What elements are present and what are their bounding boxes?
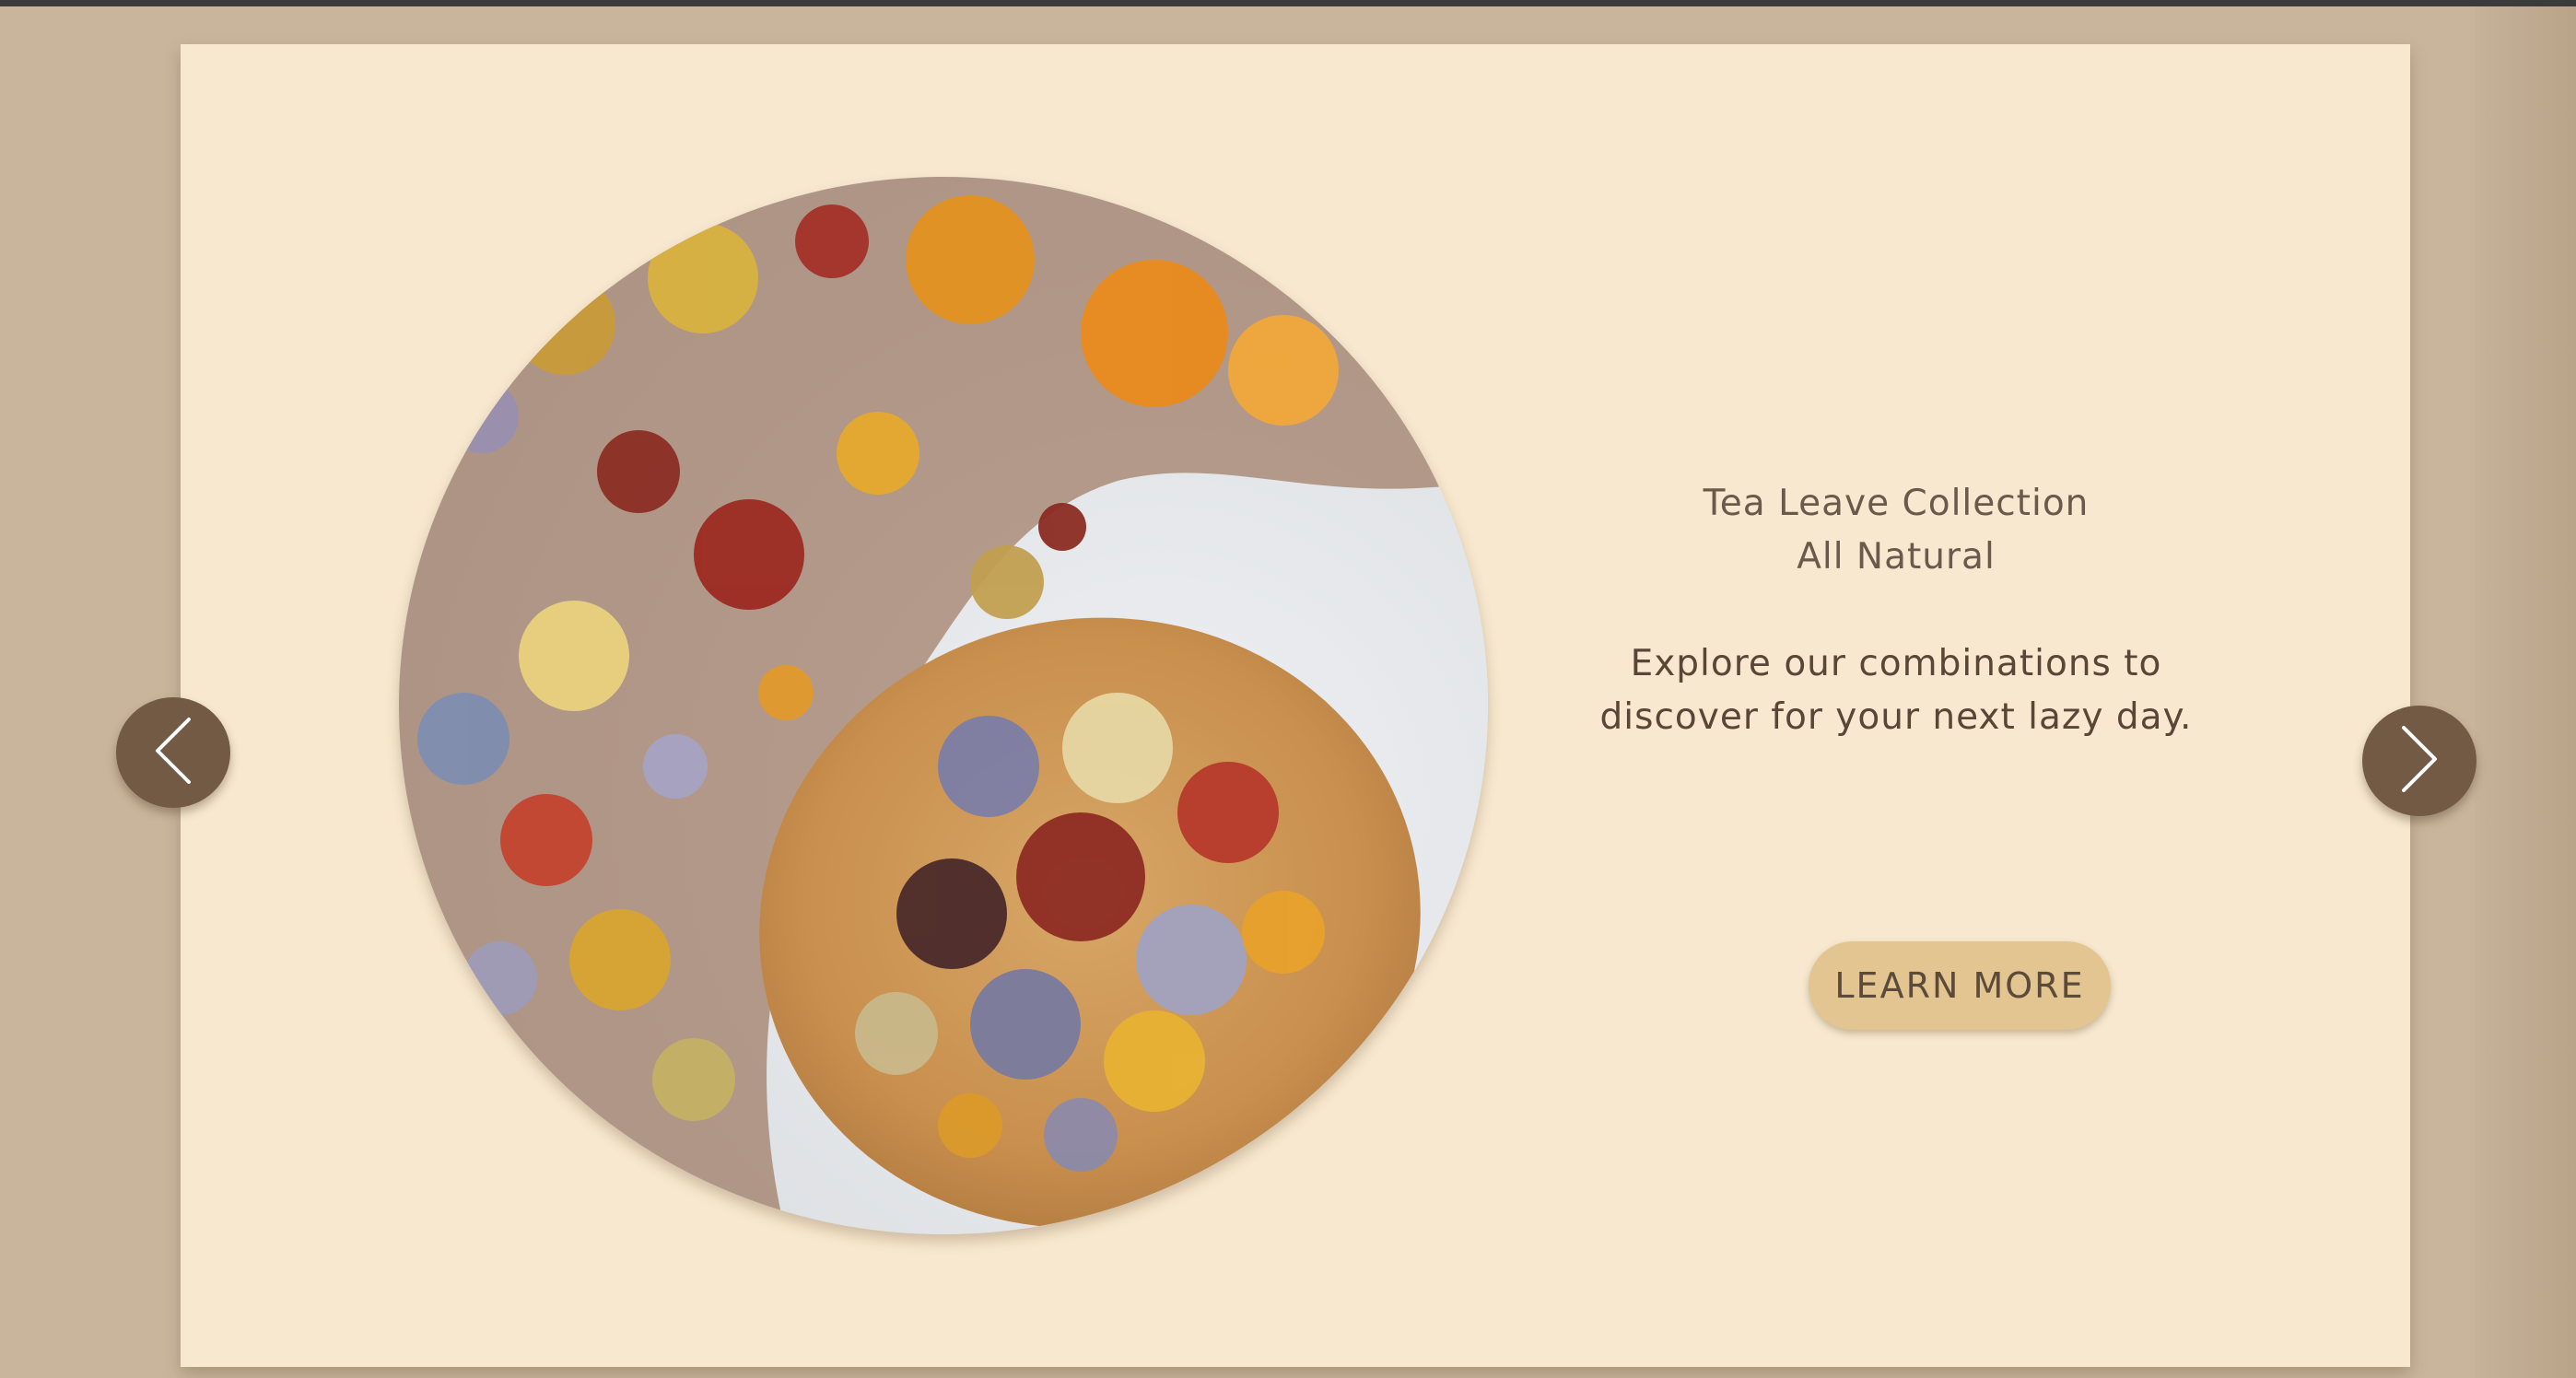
slide-text: Tea Leave Collection All Natural Explore… xyxy=(1574,477,2219,744)
previous-slide-button[interactable] xyxy=(116,697,230,808)
learn-more-button[interactable]: LEARN MORE xyxy=(1809,941,2111,1030)
next-slide-button[interactable] xyxy=(2362,706,2476,816)
slide-description-line-2: discover for your next lazy day. xyxy=(1599,696,2193,738)
slide-description-line-1: Explore our combinations to xyxy=(1630,643,2162,684)
chevron-right-icon xyxy=(2398,724,2441,799)
chevron-left-icon xyxy=(152,716,194,790)
hero-slide-card: Tea Leave Collection All Natural Explore… xyxy=(181,44,2410,1367)
page-edge-shadow xyxy=(2475,6,2576,1378)
slide-title-line-1: Tea Leave Collection xyxy=(1703,483,2090,524)
slide-description: Explore our combinations to discover for… xyxy=(1574,637,2219,744)
top-strip xyxy=(0,0,2576,6)
slide-title-line-2: All Natural xyxy=(1797,536,1996,578)
tea-photo xyxy=(399,177,1488,1234)
